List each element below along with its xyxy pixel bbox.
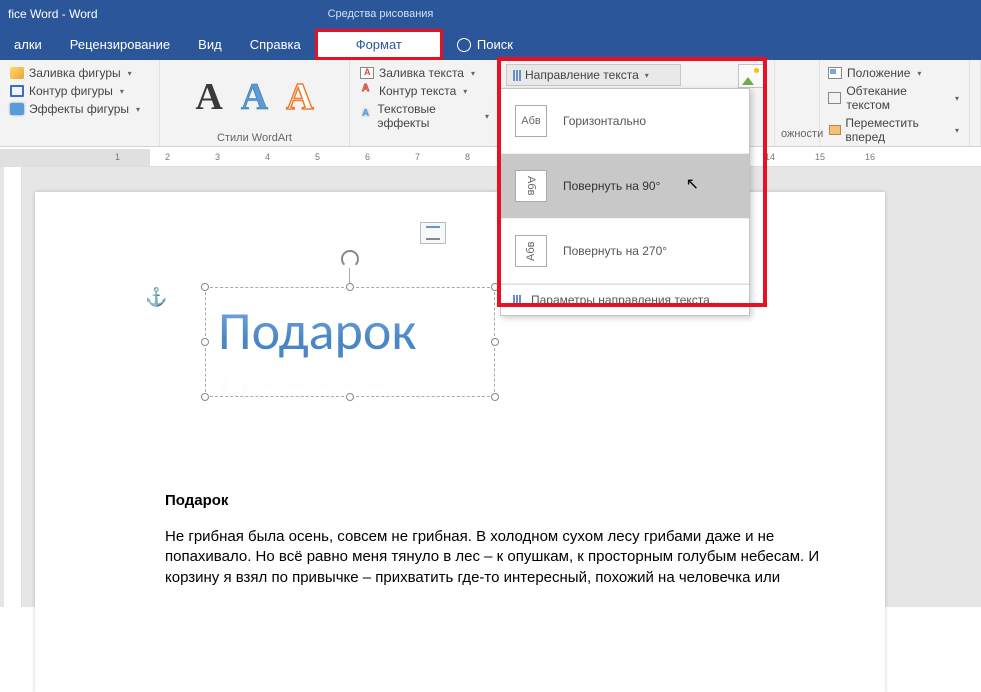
tab-view[interactable]: Вид (184, 29, 236, 60)
shape-styles-group: Заливка фигуры▾ Контур фигуры▾ Эффекты ф… (0, 60, 160, 146)
position-button[interactable]: Положение▾ (824, 64, 963, 82)
shape-outline-button[interactable]: Контур фигуры▾ (6, 82, 153, 100)
document-area: ⚓ Подарок Подарок Подарок Не грибная был… (0, 167, 981, 607)
text-direction-rotate-90[interactable]: Абв Повернуть на 90° ↖ (501, 154, 749, 219)
document-heading[interactable]: Подарок (165, 492, 840, 509)
accessibility-label-partial: ожности (781, 66, 813, 140)
chevron-down-icon: ▾ (120, 87, 124, 96)
bring-forward-button[interactable]: Переместить вперед▾ (824, 114, 963, 146)
chevron-down-icon: ▾ (955, 94, 959, 103)
wordart-gallery[interactable]: A A A (195, 78, 313, 116)
chevron-down-icon: ▾ (645, 71, 649, 80)
ribbon-tabs: алки Рецензирование Вид Справка Формат П… (0, 27, 981, 60)
chevron-down-icon: ▾ (917, 69, 921, 78)
shape-effects-button[interactable]: Эффекты фигуры▾ (6, 100, 153, 118)
text-direction-icon (513, 70, 521, 81)
tell-me-search[interactable]: Поиск (443, 29, 527, 60)
chevron-down-icon: ▾ (136, 105, 140, 114)
shape-fill-button[interactable]: Заливка фигуры▾ (6, 64, 153, 82)
text-outline-button[interactable]: Контур текста▾ (356, 82, 493, 100)
resize-handle[interactable] (491, 393, 499, 401)
horizontal-ruler[interactable]: 1 2 3 4 5 6 7 8 9 10 11 12 13 14 15 16 (0, 149, 981, 167)
text-direction-icon (513, 295, 521, 306)
horizontal-sample-icon: Абв (515, 105, 547, 137)
accessibility-group-partial: ожности (775, 60, 820, 146)
ribbon: Заливка фигуры▾ Контур фигуры▾ Эффекты ф… (0, 60, 981, 147)
tab-help[interactable]: Справка (236, 29, 315, 60)
position-icon (828, 67, 842, 79)
text-styles-group: Заливка текста▾ Контур текста▾ Текстовые… (350, 60, 500, 146)
document-paragraph[interactable]: Не грибная была осень, совсем не грибная… (165, 527, 840, 588)
cursor-icon: ↖ (686, 174, 699, 194)
text-effects-button[interactable]: Текстовые эффекты▾ (356, 100, 493, 132)
page[interactable]: ⚓ Подарок Подарок Подарок Не грибная был… (35, 192, 885, 692)
tab-review[interactable]: Рецензирование (56, 29, 184, 60)
wrap-text-icon (828, 92, 841, 104)
rotate-handle[interactable] (341, 250, 359, 268)
paint-bucket-icon (10, 67, 24, 79)
text-direction-horizontal[interactable]: Абв Горизонтально (501, 89, 749, 154)
chevron-down-icon: ▾ (471, 69, 475, 78)
wordart-preset-1[interactable]: A (195, 78, 222, 116)
text-direction-options[interactable]: Параметры направления текста... (501, 284, 749, 315)
text-outline-icon (360, 85, 374, 97)
text-direction-button[interactable]: Направление текста ▾ (506, 64, 681, 86)
wordart-preset-3[interactable]: A (286, 78, 313, 116)
wordart-preset-2[interactable]: A (241, 78, 268, 116)
app-title: fice Word - Word (8, 7, 98, 21)
tab-format[interactable]: Формат (315, 29, 443, 60)
lightbulb-icon (457, 38, 471, 52)
tab-mailings-partial[interactable]: алки (0, 29, 56, 60)
chevron-down-icon: ▾ (463, 87, 467, 96)
chevron-down-icon: ▾ (955, 126, 959, 135)
rotate270-sample-icon: Абв (515, 235, 547, 267)
bring-forward-icon (828, 124, 840, 136)
wrap-text-button[interactable]: Обтекание текстом▾ (824, 82, 963, 114)
rotate90-sample-icon: Абв (515, 170, 547, 202)
text-fill-button[interactable]: Заливка текста▾ (356, 64, 493, 82)
chevron-down-icon: ▾ (128, 69, 132, 78)
text-direction-dropdown: Абв Горизонтально Абв Повернуть на 90° ↖… (500, 88, 750, 316)
text-direction-rotate-270[interactable]: Абв Повернуть на 270° (501, 219, 749, 284)
pen-outline-icon (10, 85, 24, 97)
chevron-down-icon: ▾ (485, 112, 489, 121)
layout-options-button[interactable] (420, 222, 446, 244)
anchor-icon: ⚓ (145, 287, 167, 308)
resize-handle[interactable] (201, 393, 209, 401)
arrange-group: Положение▾ Обтекание текстом▾ Переместит… (820, 60, 970, 146)
text-effects-icon (360, 110, 372, 122)
arrange-group-overflow (970, 60, 981, 146)
wordart-object[interactable]: Подарок Подарок (205, 287, 495, 397)
contextual-tab-label: Средства рисования (328, 8, 434, 20)
wordart-reflection: Подарок (218, 346, 416, 412)
vertical-ruler[interactable] (4, 167, 22, 607)
text-direction-group: Направление текста ▾ Абв Горизонтально А… (500, 60, 775, 146)
wordart-styles-group: A A A Стили WordArt (160, 60, 350, 146)
text-fill-icon (360, 67, 374, 79)
titlebar: fice Word - Word Средства рисования (0, 0, 981, 27)
wordart-group-label: Стили WordArt (160, 132, 349, 144)
effects-icon (10, 103, 24, 115)
picture-placeholder-icon[interactable] (738, 64, 764, 88)
